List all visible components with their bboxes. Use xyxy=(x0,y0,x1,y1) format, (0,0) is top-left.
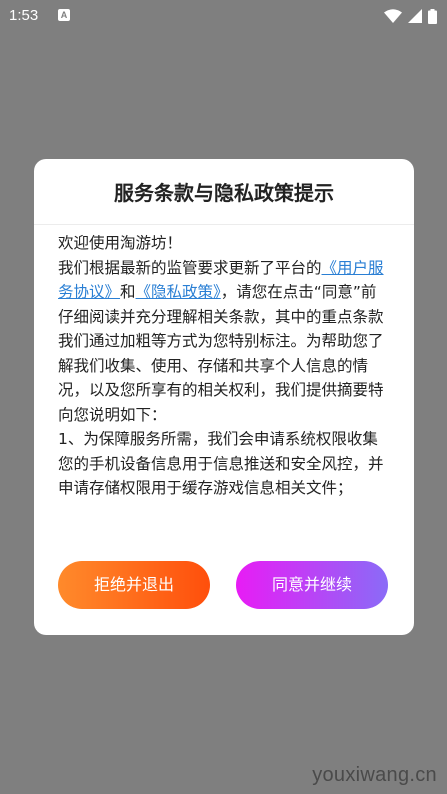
terms-text-2: ，请您在点击“同意”前仔细阅读并充分理解相关条款，其中的重点条款我们通过加粗等方… xyxy=(58,283,384,424)
status-time: 1:53 xyxy=(9,7,39,24)
agree-and-continue-button[interactable]: 同意并继续 xyxy=(236,561,388,609)
status-bar: 1:53 A xyxy=(0,0,447,32)
terms-item-1: 1、为保障服务所需，我们会申请系统权限收集您的手机设备信息用于信息推送和安全风控… xyxy=(58,430,384,497)
signal-icon xyxy=(408,9,422,23)
reject-and-exit-button[interactable]: 拒绝并退出 xyxy=(58,561,210,609)
terms-text-1: 我们根据最新的监管要求更新了平台的 xyxy=(58,258,322,277)
dialog-title: 服务条款与隐私政策提示 xyxy=(114,181,334,205)
terms-text-and: 和 xyxy=(120,283,136,301)
greeting-text: 欢迎使用淘游坊！ xyxy=(58,234,183,252)
dialog-body[interactable]: 欢迎使用淘游坊！ 我们根据最新的监管要求更新了平台的《用户服务协议》和《隐私政策… xyxy=(58,231,391,541)
battery-icon xyxy=(428,8,437,24)
status-icons xyxy=(384,8,437,24)
notification-a-icon: A xyxy=(58,9,70,21)
terms-paragraph: 我们根据最新的监管要求更新了平台的《用户服务协议》和《隐私政策》，请您在点击“同… xyxy=(58,256,391,428)
dialog-divider xyxy=(34,224,414,225)
privacy-dialog: 服务条款与隐私政策提示 欢迎使用淘游坊！ 我们根据最新的监管要求更新了平台的《用… xyxy=(34,159,414,635)
wifi-icon xyxy=(384,9,402,23)
privacy-policy-link[interactable]: 《隐私政策》 xyxy=(136,283,221,301)
watermark-text: youxiwang.cn xyxy=(312,764,437,786)
